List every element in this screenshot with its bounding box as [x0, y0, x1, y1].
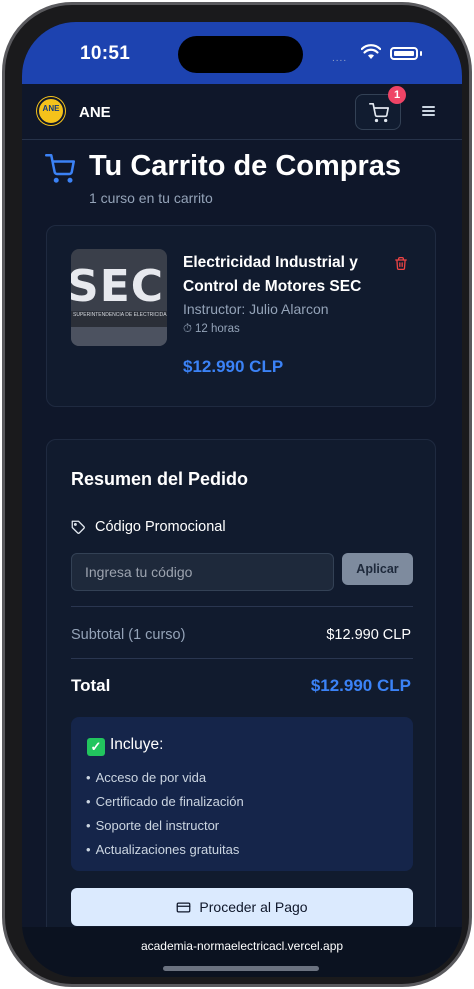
home-indicator[interactable] — [163, 966, 319, 971]
wifi-icon — [361, 44, 381, 59]
navbar: ANE ANE 1 — [22, 84, 462, 140]
promo-code-label: Código Promocional — [71, 519, 226, 535]
includes-title-text: Incluye: — [110, 736, 164, 753]
phone-frame: 10:51 .... ANE ANE 1 Tu Carrito de Compr… — [2, 2, 472, 987]
summary-title: Resumen del Pedido — [71, 469, 249, 489]
course-duration: ⏱ 12 horas — [183, 323, 240, 336]
check-icon: ✓ — [87, 738, 105, 756]
list-item: Soporte del instructor — [86, 814, 244, 838]
battery-icon — [390, 47, 418, 60]
credit-card-icon — [177, 902, 191, 913]
list-item: Acceso de por vida — [86, 766, 244, 790]
order-summary-card: Resumen del Pedido Código Promocional Ap… — [46, 439, 436, 959]
subtotal-label: Subtotal (1 curso) — [71, 627, 186, 643]
cart-icon — [369, 103, 389, 123]
stopwatch-icon: ⏱ — [183, 323, 192, 335]
status-bar: 10:51 .... — [22, 22, 462, 84]
promo-code-input[interactable] — [71, 553, 334, 591]
thumbnail-sign-text: SEC — [71, 261, 165, 312]
includes-title: ✓ Incluye: — [87, 736, 163, 756]
thumbnail-bottom — [71, 327, 167, 346]
signal-icon: .... — [332, 53, 348, 64]
cart-item-card: SEC SUPERINTENDENCIA DE ELECTRICIDAD Y C… — [46, 225, 436, 407]
hamburger-menu-icon[interactable] — [422, 106, 435, 116]
logo-text: ANE — [42, 104, 60, 113]
checkout-button[interactable]: Proceder al Pago — [71, 888, 413, 926]
course-instructor: Instructor: Julio Alarcon — [183, 301, 329, 317]
logo[interactable]: ANE — [37, 97, 65, 125]
subtotal-value: $12.990 CLP — [326, 627, 411, 643]
course-price: $12.990 CLP — [183, 357, 284, 376]
page-subtitle: 1 curso en tu carrito — [89, 190, 213, 206]
includes-list: Acceso de por vida Certificado de finali… — [86, 766, 244, 862]
screen: 10:51 .... ANE ANE 1 Tu Carrito de Compr… — [22, 22, 462, 977]
header-cart-icon — [45, 154, 75, 183]
total-value: $12.990 CLP — [310, 676, 411, 695]
list-item: Actualizaciones gratuitas — [86, 838, 244, 862]
course-duration-text: 12 horas — [194, 323, 240, 335]
divider — [71, 606, 413, 607]
thumbnail-caption: SUPERINTENDENCIA DE ELECTRICIDAD Y COMBU… — [73, 312, 167, 318]
brand-name[interactable]: ANE — [79, 104, 111, 121]
total-label: Total — [71, 676, 111, 695]
battery-cap — [420, 51, 422, 56]
promo-code-label-text: Código Promocional — [95, 519, 226, 535]
page-title: Tu Carrito de Compras — [89, 150, 402, 182]
divider — [71, 658, 413, 659]
dynamic-island — [178, 36, 303, 73]
course-title[interactable]: Electricidad Industrial y Control de Mot… — [183, 251, 383, 299]
status-time: 10:51 — [80, 43, 131, 64]
course-thumbnail[interactable]: SEC SUPERINTENDENCIA DE ELECTRICIDAD Y C… — [71, 249, 167, 346]
apply-promo-button[interactable]: Aplicar — [342, 553, 413, 585]
checkout-button-label: Proceder al Pago — [199, 899, 308, 915]
includes-box: ✓ Incluye: Acceso de por vida Certificado… — [71, 717, 413, 871]
list-item: Certificado de finalización — [86, 790, 244, 814]
trash-icon[interactable] — [394, 256, 408, 271]
browser-url-bar[interactable]: academia-normaelectricacl.vercel.app — [22, 927, 462, 977]
browser-url[interactable]: academia-normaelectricacl.vercel.app — [22, 939, 462, 953]
cart-count-badge: 1 — [388, 86, 406, 104]
